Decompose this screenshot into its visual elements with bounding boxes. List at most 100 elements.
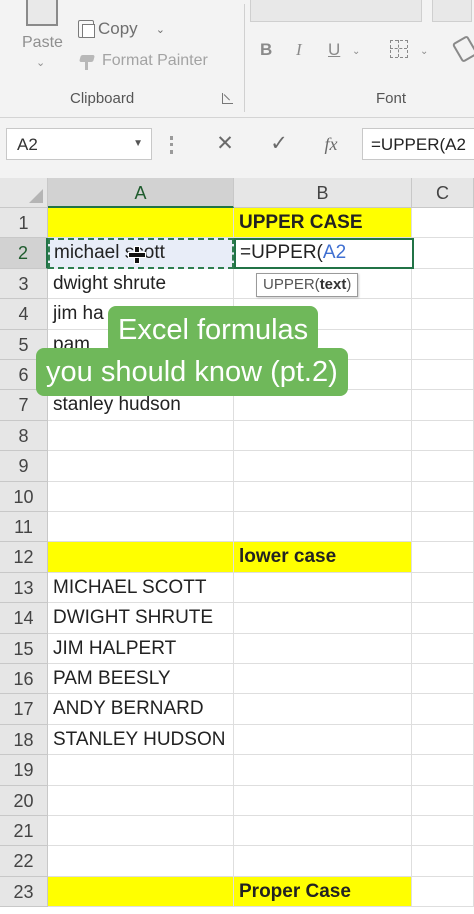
cell-a23[interactable] bbox=[48, 876, 234, 908]
row-header[interactable]: 9 bbox=[0, 451, 48, 482]
bold-button[interactable]: B bbox=[260, 40, 272, 60]
fill-color-icon[interactable] bbox=[451, 34, 474, 64]
grid-cell[interactable] bbox=[412, 846, 474, 877]
row-header[interactable]: 2 bbox=[0, 238, 48, 269]
row-header[interactable]: 12 bbox=[0, 542, 48, 573]
grid-cell[interactable] bbox=[234, 633, 412, 664]
grid-cell[interactable] bbox=[234, 846, 412, 877]
row-header[interactable]: 8 bbox=[0, 420, 48, 452]
dialog-launcher-icon[interactable] bbox=[222, 93, 233, 104]
italic-button[interactable]: I bbox=[296, 40, 302, 60]
grid-cell[interactable] bbox=[412, 694, 474, 725]
row-header[interactable]: 18 bbox=[0, 724, 48, 756]
grid-cell[interactable] bbox=[234, 724, 412, 756]
cell-a15[interactable]: JIM HALPERT bbox=[48, 633, 234, 664]
row-header[interactable]: 4 bbox=[0, 299, 48, 330]
grid-cell[interactable] bbox=[48, 816, 234, 847]
cell-b1[interactable]: UPPER CASE bbox=[234, 208, 412, 239]
row-header[interactable]: 1 bbox=[0, 208, 48, 239]
grid-cell[interactable] bbox=[412, 603, 474, 634]
grid-cell[interactable] bbox=[412, 238, 474, 269]
grid-cell[interactable] bbox=[412, 420, 474, 452]
cell-a17[interactable]: ANDY BERNARD bbox=[48, 694, 234, 725]
row-header[interactable]: 17 bbox=[0, 694, 48, 725]
grid-cell[interactable] bbox=[234, 572, 412, 604]
column-header-b[interactable]: B bbox=[234, 178, 412, 208]
grid-cell[interactable] bbox=[234, 816, 412, 847]
cell-a16[interactable]: PAM BEESLY bbox=[48, 664, 234, 695]
function-tooltip[interactable]: UPPER(text) bbox=[256, 273, 359, 297]
cell-b23[interactable]: Proper Case bbox=[234, 876, 412, 908]
copy-button[interactable]: Copy ⌄ bbox=[78, 18, 165, 40]
grid-cell[interactable] bbox=[412, 512, 474, 543]
grid-cell[interactable] bbox=[412, 876, 474, 908]
grid-cell[interactable] bbox=[412, 481, 474, 512]
font-size-select[interactable] bbox=[432, 0, 472, 22]
cell-a14[interactable]: DWIGHT SHRUTE bbox=[48, 603, 234, 634]
format-painter-button[interactable]: Format Painter bbox=[78, 52, 208, 70]
row-header[interactable]: 20 bbox=[0, 785, 48, 816]
chevron-down-icon[interactable]: ▼ bbox=[133, 138, 143, 149]
grid-cell[interactable] bbox=[48, 512, 234, 543]
grid-cell[interactable] bbox=[234, 512, 412, 543]
grid-cell[interactable] bbox=[234, 664, 412, 695]
grid-cell[interactable] bbox=[412, 785, 474, 816]
select-all-button[interactable] bbox=[0, 178, 48, 208]
grid-cell[interactable] bbox=[412, 724, 474, 756]
grid-cell[interactable] bbox=[48, 755, 234, 786]
cell-a2[interactable]: michael scott bbox=[48, 238, 234, 269]
grid-cell[interactable] bbox=[234, 481, 412, 512]
cell-b2-editing[interactable]: =UPPER(A2 bbox=[234, 238, 414, 269]
row-header[interactable]: 16 bbox=[0, 664, 48, 695]
row-header[interactable]: 23 bbox=[0, 876, 48, 908]
paste-button[interactable]: Paste bbox=[22, 34, 63, 52]
insert-function-icon[interactable]: fx bbox=[314, 128, 348, 160]
cell-b12[interactable]: lower case bbox=[234, 542, 412, 573]
font-name-select[interactable] bbox=[250, 0, 422, 22]
paste-icon[interactable] bbox=[26, 0, 58, 26]
grid-cell[interactable] bbox=[412, 390, 474, 421]
grid-cell[interactable] bbox=[48, 451, 234, 482]
grid-cell[interactable] bbox=[48, 785, 234, 816]
grid-cell[interactable] bbox=[412, 360, 474, 391]
row-header[interactable]: 10 bbox=[0, 481, 48, 512]
underline-button[interactable]: U bbox=[328, 40, 340, 60]
cell-a13[interactable]: MICHAEL SCOTT bbox=[48, 572, 234, 604]
paste-dropdown-icon[interactable]: ⌄ bbox=[36, 56, 45, 69]
cancel-icon[interactable]: ✕ bbox=[208, 128, 242, 160]
grid-cell[interactable] bbox=[412, 268, 474, 300]
grid-cell[interactable] bbox=[48, 420, 234, 452]
grid-cell[interactable] bbox=[48, 846, 234, 877]
grid-cell[interactable] bbox=[234, 451, 412, 482]
column-header-c[interactable]: C bbox=[412, 178, 474, 208]
name-box[interactable]: A2 ▼ bbox=[6, 128, 152, 160]
resize-handle-icon[interactable] bbox=[170, 136, 174, 154]
grid-cell[interactable] bbox=[412, 329, 474, 360]
chevron-down-icon[interactable]: ⌄ bbox=[156, 23, 165, 36]
grid-cell[interactable] bbox=[412, 664, 474, 695]
row-header[interactable]: 11 bbox=[0, 512, 48, 543]
grid-cell[interactable] bbox=[412, 299, 474, 330]
grid-cell[interactable] bbox=[412, 451, 474, 482]
grid-cell[interactable] bbox=[412, 572, 474, 604]
grid-cell[interactable] bbox=[412, 816, 474, 847]
row-header[interactable]: 13 bbox=[0, 572, 48, 604]
cell-a18[interactable]: STANLEY HUDSON bbox=[48, 724, 234, 756]
row-header[interactable]: 3 bbox=[0, 268, 48, 300]
row-header[interactable]: 19 bbox=[0, 755, 48, 786]
grid-cell[interactable] bbox=[234, 603, 412, 634]
grid-cell[interactable] bbox=[412, 633, 474, 664]
underline-dropdown-icon[interactable]: ⌄ bbox=[352, 46, 360, 57]
grid-cell[interactable] bbox=[412, 208, 474, 239]
grid-cell[interactable] bbox=[234, 785, 412, 816]
cell-a1[interactable] bbox=[48, 208, 234, 239]
borders-dropdown-icon[interactable]: ⌄ bbox=[420, 46, 428, 57]
formula-input[interactable]: =UPPER(A2 bbox=[362, 128, 474, 160]
grid-cell[interactable] bbox=[412, 542, 474, 573]
row-header[interactable]: 14 bbox=[0, 603, 48, 634]
column-header-a[interactable]: A bbox=[48, 178, 234, 208]
cell-a12[interactable] bbox=[48, 542, 234, 573]
row-header[interactable]: 15 bbox=[0, 633, 48, 664]
borders-icon[interactable] bbox=[390, 40, 408, 58]
row-header[interactable]: 22 bbox=[0, 846, 48, 877]
